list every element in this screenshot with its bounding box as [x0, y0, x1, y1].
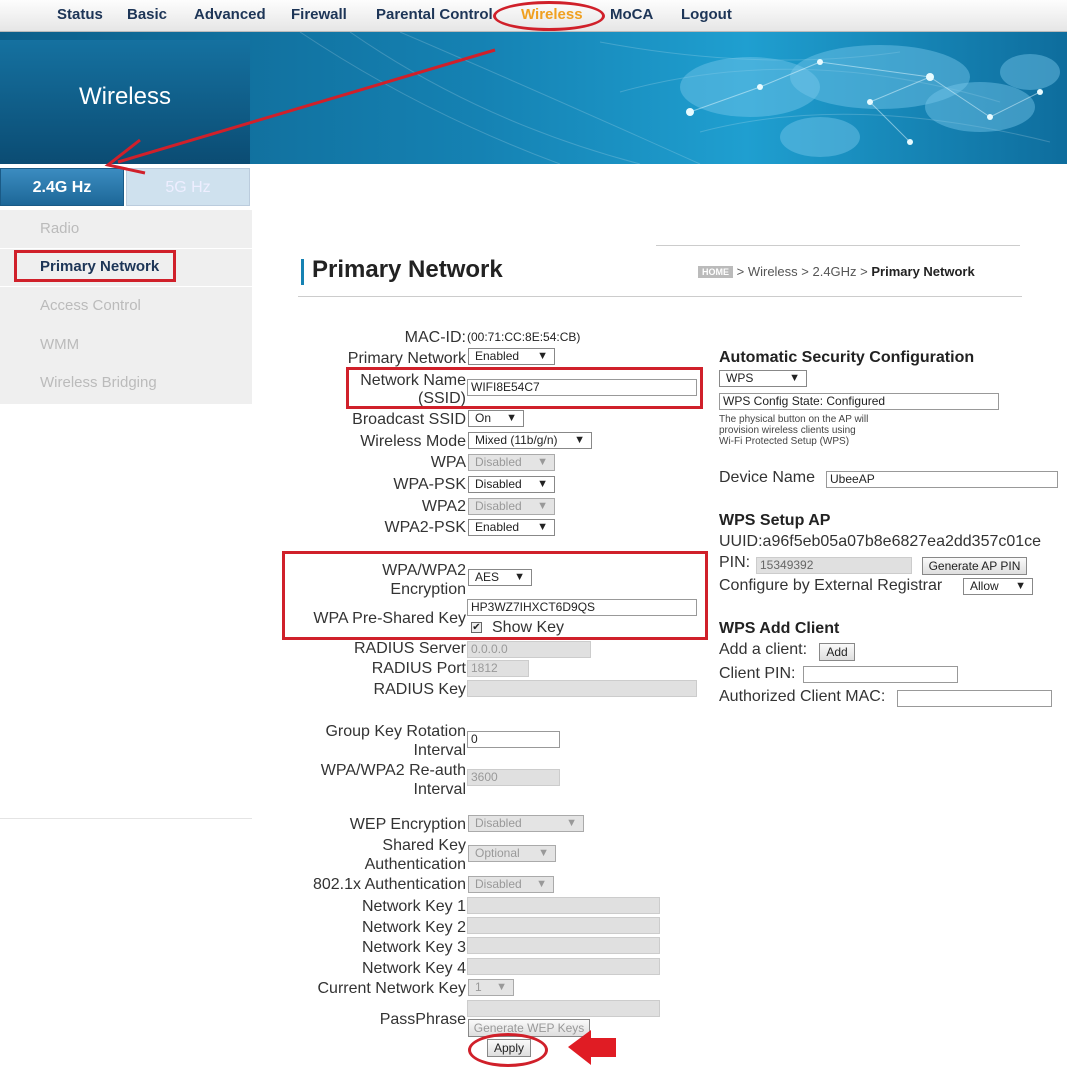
- arrow-to-apply-icon: [568, 1030, 616, 1065]
- annotation-arrows: [104, 48, 616, 1065]
- arrow-to-2-4ghz-icon: [104, 48, 496, 175]
